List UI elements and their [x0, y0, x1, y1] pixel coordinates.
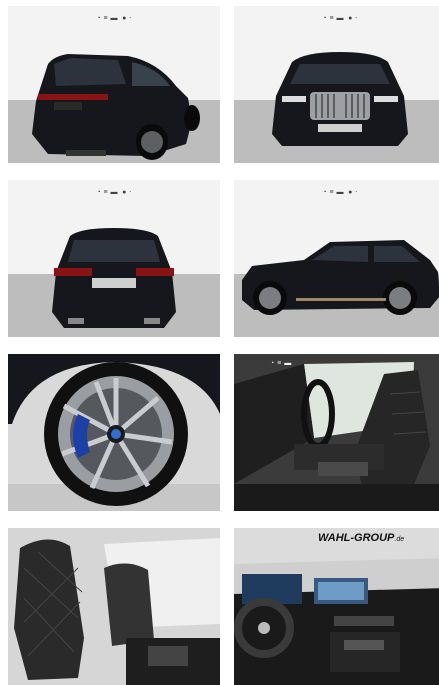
gallery-photo-3[interactable]: ◔ ≡ ▬ ● ⸱: [8, 180, 220, 337]
brand-logos: ◔ ≡ ▬ ● ⸱: [8, 188, 220, 197]
gallery-photo-1[interactable]: ◔ ≡ ▬ ● ⸱: [8, 6, 220, 163]
photo-rear: [8, 180, 220, 337]
brand-logos: ◔ ≡ ▬ ● ⸱: [234, 188, 439, 197]
gallery-photo-5[interactable]: [8, 354, 220, 511]
photo-gallery: ◔ ≡ ▬ ● ⸱ ◔ ≡ ▬ ● ⸱ ◔ ≡ ▬ ● ⸱ ◔ ≡ ▬ ● ⸱ …: [0, 0, 439, 685]
brand-logos: ◔ ≡ ▬ ● ⸱: [234, 14, 439, 23]
photo-side: [234, 180, 439, 337]
dealer-watermark-text: WAHL-GROUP: [318, 532, 395, 544]
photo-front: [234, 6, 439, 163]
gallery-photo-2[interactable]: ◔ ≡ ▬ ● ⸱: [234, 6, 439, 163]
photo-driver-interior: [234, 354, 439, 511]
dealer-badge-icon: ● ⸱: [348, 15, 358, 22]
bmw-m-logo-icon: ◔ ≡ ▬: [322, 189, 345, 196]
dealer-badge-icon: ● ⸱: [122, 15, 132, 22]
gallery-photo-6[interactable]: ◔ ≡ ▬: [234, 354, 439, 511]
dealer-watermark: WAHL-GROUP.de: [318, 532, 404, 544]
bmw-m-logo-icon: ◔ ≡ ▬: [270, 360, 292, 367]
dealer-watermark-suffix: .de: [394, 536, 405, 543]
photo-rear-three-quarter: [8, 6, 220, 163]
gallery-photo-4[interactable]: ◔ ≡ ▬ ● ⸱: [234, 180, 439, 337]
dealer-badge-icon: ● ⸱: [122, 189, 132, 196]
gallery-photo-7[interactable]: [8, 528, 220, 685]
brand-logos: ◔ ≡ ▬ ● ⸱: [8, 14, 220, 23]
bmw-m-logo-icon: ◔ ≡ ▬: [96, 15, 119, 22]
bmw-m-logo-icon: ◔ ≡ ▬: [322, 15, 345, 22]
gallery-photo-8[interactable]: WAHL-GROUP.de: [234, 528, 439, 685]
bmw-m-logo-icon: ◔ ≡ ▬: [96, 189, 119, 196]
photo-wheel: [8, 354, 220, 511]
brand-logos: ◔ ≡ ▬: [270, 360, 439, 367]
dealer-badge-icon: ● ⸱: [348, 189, 358, 196]
photo-front-seats: [8, 528, 220, 685]
photo-dashboard: [234, 528, 439, 685]
